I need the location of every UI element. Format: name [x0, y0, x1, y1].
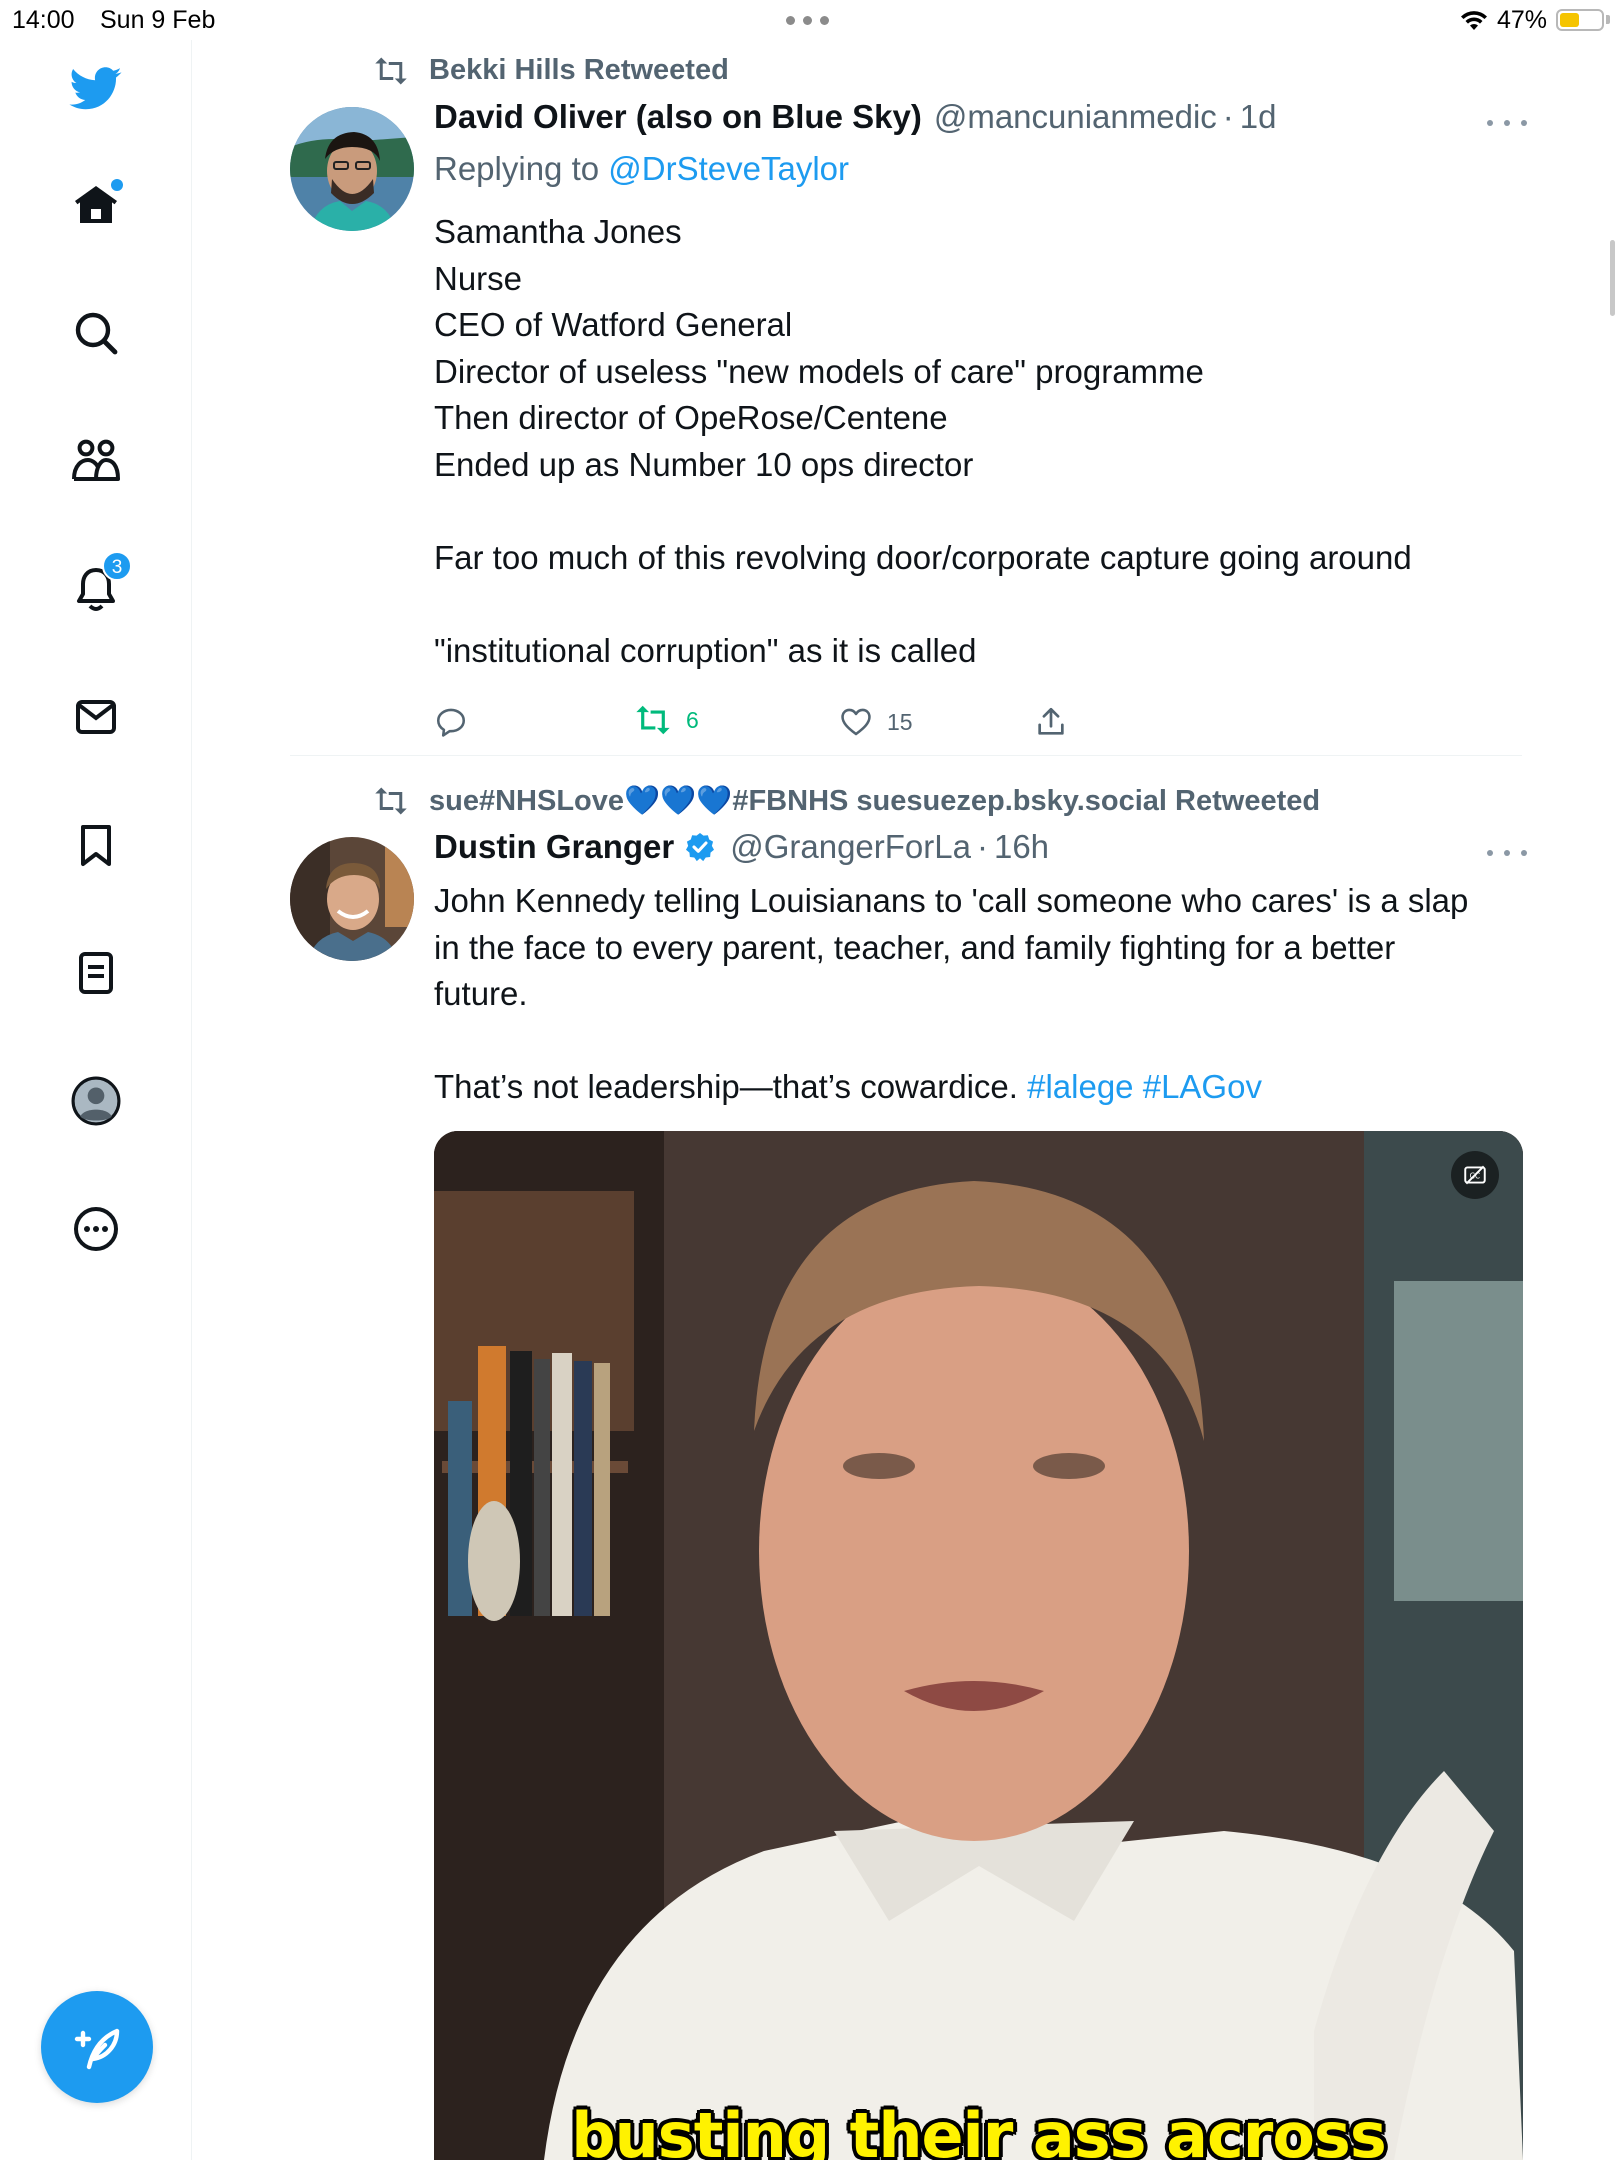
communities-icon[interactable] — [60, 425, 132, 497]
retweet-small-icon — [375, 787, 407, 815]
share-icon — [1038, 707, 1064, 735]
tweet-text-line: future. — [434, 975, 528, 1012]
retweeted-by-label: sue#NHSLove💙💙💙#FBNHS suesuezep.bsky.soci… — [429, 785, 1321, 817]
battery-tip — [1606, 15, 1610, 24]
tweet-text-line: Then director of OpeRose/Centene — [434, 399, 948, 436]
status-bar: 14:00 Sun 9 Feb 47% — [0, 0, 1620, 40]
tweet-divider — [290, 755, 1522, 756]
author-name[interactable]: David Oliver (also on Blue Sky) — [434, 98, 922, 136]
video-caption: busting their ass across — [571, 2099, 1386, 2160]
twitter-logo-icon[interactable] — [60, 53, 132, 125]
tweet-text-line — [434, 581, 1524, 628]
tweet-text-last-line: That’s not leadership—that’s cowardice. … — [434, 1064, 1524, 1111]
profile-icon[interactable] — [60, 1065, 132, 1137]
tweet-text-line: Nurse — [434, 259, 523, 297]
tweet-text-line — [434, 488, 1524, 535]
replying-to-prefix: Replying to — [434, 150, 600, 187]
tweet-time[interactable]: 1d — [1240, 98, 1277, 136]
tweet-actions: 6 15 — [434, 705, 1334, 745]
retweet-icon — [636, 705, 670, 735]
battery-icon — [1556, 9, 1604, 31]
replying-to: Replying to @DrSteveTaylor — [434, 150, 849, 188]
like-count: 15 — [887, 708, 913, 735]
tweet-header: David Oliver (also on Blue Sky) @mancuni… — [434, 98, 1277, 136]
retweet-count: 6 — [686, 706, 699, 733]
more-icon[interactable] — [60, 1193, 132, 1265]
video-frame — [434, 1131, 1523, 2160]
reply-button[interactable] — [434, 705, 468, 739]
retweet-context[interactable]: sue#NHSLove💙💙💙#FBNHS suesuezep.bsky.soci… — [373, 784, 1320, 818]
heart-icon — [841, 708, 871, 736]
messages-icon[interactable] — [60, 681, 132, 753]
tweet-text-line: That’s not leadership—that’s cowardice. — [434, 1068, 1028, 1105]
lists-icon[interactable] — [60, 937, 132, 1009]
tweet-more-icon[interactable] — [1487, 843, 1527, 863]
tweet-text-line: John Kennedy telling Louisianans to 'cal… — [434, 882, 1469, 919]
svg-text:CC: CC — [1470, 1171, 1481, 1180]
tweet-text-line: Samantha Jones — [434, 213, 682, 250]
share-button[interactable] — [1034, 705, 1068, 739]
author-handle[interactable]: @mancunianmedic — [934, 98, 1217, 136]
tweet-text: Samantha Jones Nurse CEO of Watford Genera… — [434, 209, 1524, 674]
search-icon[interactable] — [60, 297, 132, 369]
avatar-dustin-granger[interactable] — [290, 837, 414, 961]
tweet-text-line: "institutional corruption" as it is call… — [434, 631, 977, 669]
bookmarks-icon[interactable] — [60, 809, 132, 881]
retweet-context[interactable]: Bekki Hills Retweeted — [373, 54, 729, 87]
tweet-text-line — [434, 1018, 1524, 1065]
notifications-icon[interactable]: 3 — [60, 551, 132, 625]
status-date: Sun 9 Feb — [100, 6, 216, 34]
tweet-video[interactable]: CC busting their ass across — [434, 1131, 1523, 2160]
tweet-more-icon[interactable] — [1487, 113, 1527, 133]
retweeted-by-label: Bekki Hills Retweeted — [429, 54, 729, 86]
retweet-button[interactable]: 6 — [634, 705, 699, 735]
tweet-text-line: Director of useless "new models of care"… — [434, 352, 1204, 390]
tweet-text-line: in the face to every parent, teacher, an… — [434, 928, 1396, 966]
scroll-indicator[interactable] — [1610, 240, 1615, 316]
tweet-text-line: Far too much of this revolving door/corp… — [434, 538, 1412, 576]
tweet-text: John Kennedy telling Louisianans to 'cal… — [434, 878, 1524, 1064]
captions-button[interactable]: CC — [1451, 1151, 1499, 1199]
notifications-badge: 3 — [102, 551, 132, 581]
home-unread-dot — [111, 179, 123, 191]
verified-badge-icon — [686, 833, 715, 862]
tweet-text-line: Ended up as Number 10 ops director — [434, 445, 974, 483]
author-handle[interactable]: @GrangerForLa — [730, 828, 971, 866]
hashtag-lagov[interactable]: #LAGov — [1143, 1068, 1262, 1105]
home-icon[interactable] — [60, 169, 132, 241]
avatar-david-oliver[interactable] — [290, 107, 414, 231]
dot-separator: · — [976, 828, 988, 865]
tweet-time[interactable]: 16h — [994, 828, 1049, 866]
sidebar-nav: 3 — [0, 40, 192, 2160]
hashtag-lalege[interactable]: #lalege — [1027, 1068, 1133, 1105]
compose-button[interactable] — [41, 1991, 153, 2103]
reply-icon — [436, 708, 466, 737]
retweet-small-icon — [375, 57, 407, 84]
status-time: 14:00 — [12, 6, 75, 34]
tweet-header: Dustin Granger @GrangerForLa · 16h — [434, 828, 1049, 866]
timeline: Bekki Hills Retweeted David Oliver (also… — [191, 40, 1620, 2160]
replying-to-handle[interactable]: @DrSteveTaylor — [608, 150, 849, 187]
author-name[interactable]: Dustin Granger — [434, 828, 674, 866]
battery-percent: 47% — [1497, 6, 1548, 34]
wifi-icon — [1461, 11, 1487, 30]
multitasking-dots-icon[interactable] — [786, 16, 832, 26]
dot-separator: · — [1222, 98, 1234, 135]
tweet-text-line: CEO of Watford General — [434, 306, 793, 343]
compose-icon — [74, 2028, 120, 2070]
like-button[interactable]: 15 — [839, 705, 913, 739]
captions-icon: CC — [1464, 1165, 1486, 1185]
